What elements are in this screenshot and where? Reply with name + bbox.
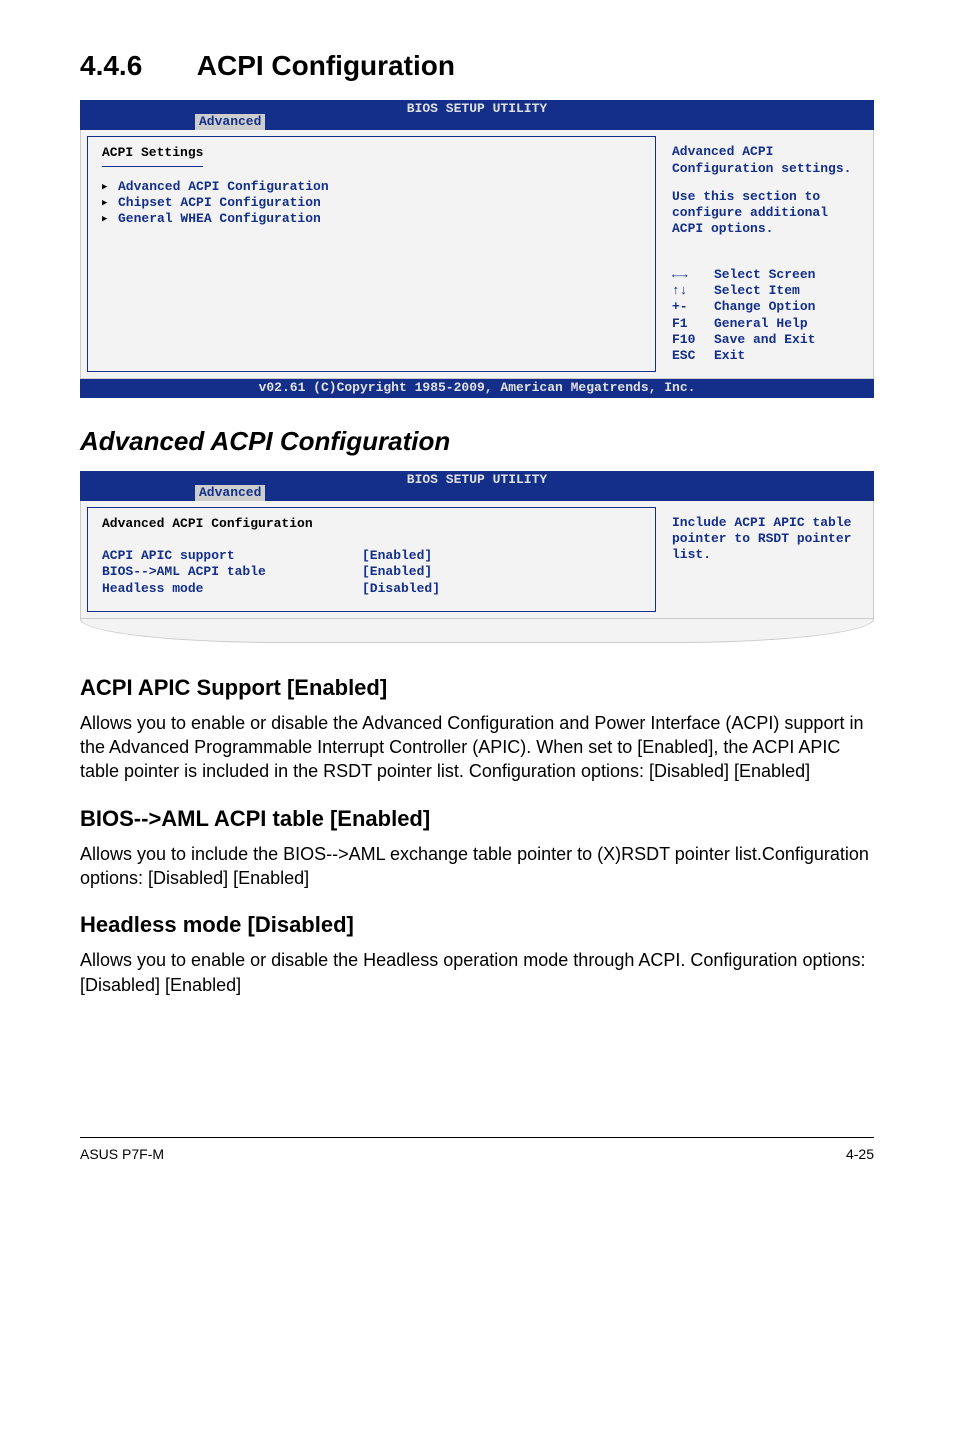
legend-key: +- <box>672 299 714 315</box>
feature-title: ACPI APIC Support [Enabled] <box>80 675 874 701</box>
setting-value: [Disabled] <box>362 581 562 597</box>
section-number: 4.4.6 <box>80 50 190 82</box>
bios-active-tab: Advanced <box>195 485 265 501</box>
legend-text: Save and Exit <box>714 332 815 348</box>
legend-text: General Help <box>714 316 808 332</box>
legend-key: ↑↓ <box>672 283 714 299</box>
page-footer: ASUS P7F-M 4-25 <box>80 1137 874 1162</box>
setting-value: [Enabled] <box>362 564 562 580</box>
footer-right: 4-25 <box>846 1146 874 1162</box>
setting-key: ACPI APIC support <box>102 548 362 564</box>
bios-screen-advanced-acpi: BIOS SETUP UTILITY Advanced Advanced ACP… <box>80 471 874 643</box>
submenu-arrow-icon: ▶ <box>102 179 118 195</box>
bios-menu-item: ▶ Chipset ACPI Configuration <box>102 195 641 211</box>
submenu-arrow-icon: ▶ <box>102 211 118 227</box>
bios-cut-edge <box>80 619 874 643</box>
bios-panel-heading: ACPI Settings <box>102 145 203 166</box>
setting-key: BIOS-->AML ACPI table <box>102 564 362 580</box>
bios-body: ACPI Settings ▶ Advanced ACPI Configurat… <box>80 130 874 379</box>
feature-body: Allows you to enable or disable the Adva… <box>80 711 874 784</box>
bios-active-tab: Advanced <box>195 114 265 130</box>
bios-setting-row: BIOS-->AML ACPI table [Enabled] <box>102 564 641 580</box>
bios-setting-row: Headless mode [Disabled] <box>102 581 641 597</box>
bios-header: BIOS SETUP UTILITY Advanced <box>80 100 874 130</box>
bios-main-panel: Advanced ACPI Configuration ACPI APIC su… <box>87 507 656 612</box>
feature-body: Allows you to include the BIOS-->AML exc… <box>80 842 874 891</box>
legend-text: Select Item <box>714 283 800 299</box>
subsection-title: Advanced ACPI Configuration <box>80 426 874 457</box>
submenu-arrow-icon: ▶ <box>102 195 118 211</box>
bios-menu-item: ▶ Advanced ACPI Configuration <box>102 179 641 195</box>
bios-menu-label: General WHEA Configuration <box>118 211 321 227</box>
legend-key: ESC <box>672 348 714 364</box>
legend-key: ←→ <box>672 267 714 283</box>
bios-help-text: Use this section to configure additional… <box>672 189 861 238</box>
bios-help-panel: Include ACPI APIC table pointer to RSDT … <box>662 507 867 612</box>
bios-screen-acpi-settings: BIOS SETUP UTILITY Advanced ACPI Setting… <box>80 100 874 398</box>
bios-menu-item: ▶ General WHEA Configuration <box>102 211 641 227</box>
feature-title: BIOS-->AML ACPI table [Enabled] <box>80 806 874 832</box>
setting-value: [Enabled] <box>362 548 562 564</box>
bios-header: BIOS SETUP UTILITY Advanced <box>80 471 874 501</box>
feature-title: Headless mode [Disabled] <box>80 912 874 938</box>
setting-key: Headless mode <box>102 581 362 597</box>
bios-main-panel: ACPI Settings ▶ Advanced ACPI Configurat… <box>87 136 656 372</box>
section-title: 4.4.6 ACPI Configuration <box>80 50 874 82</box>
legend-key: F10 <box>672 332 714 348</box>
bios-setting-row: ACPI APIC support [Enabled] <box>102 548 641 564</box>
section-name: ACPI Configuration <box>197 50 455 81</box>
bios-body: Advanced ACPI Configuration ACPI APIC su… <box>80 501 874 619</box>
feature-body: Allows you to enable or disable the Head… <box>80 948 874 997</box>
bios-footer: v02.61 (C)Copyright 1985-2009, American … <box>80 379 874 397</box>
legend-text: Exit <box>714 348 745 364</box>
legend-text: Select Screen <box>714 267 815 283</box>
bios-menu-label: Chipset ACPI Configuration <box>118 195 321 211</box>
footer-left: ASUS P7F-M <box>80 1146 164 1162</box>
bios-panel-heading: Advanced ACPI Configuration <box>102 516 313 536</box>
bios-help-text: Advanced ACPI Configuration settings. <box>672 144 861 177</box>
bios-utility-title: BIOS SETUP UTILITY <box>407 101 547 116</box>
bios-utility-title: BIOS SETUP UTILITY <box>407 472 547 487</box>
bios-help-text: Include ACPI APIC table pointer to RSDT … <box>672 515 861 564</box>
legend-text: Change Option <box>714 299 815 315</box>
bios-help-panel: Advanced ACPI Configuration settings. Us… <box>662 136 867 372</box>
bios-key-legend: ←→Select Screen ↑↓Select Item +-Change O… <box>672 267 861 365</box>
bios-menu-label: Advanced ACPI Configuration <box>118 179 329 195</box>
legend-key: F1 <box>672 316 714 332</box>
